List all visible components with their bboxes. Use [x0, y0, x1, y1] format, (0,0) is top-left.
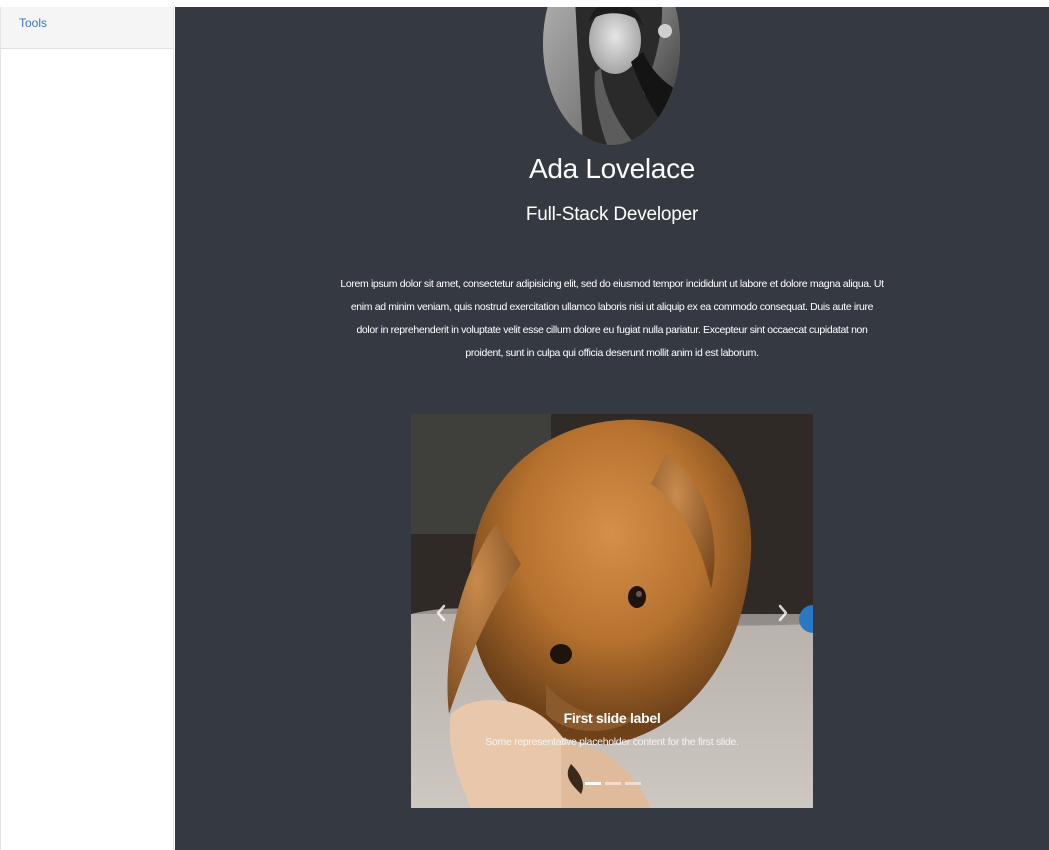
profile-bio: Lorem ipsum dolor sit amet, consectetur …: [340, 278, 884, 359]
profile-role: Full-Stack Developer: [525, 204, 699, 225]
carousel-indicator-2[interactable]: [605, 782, 621, 785]
caption-text: Some representative placeholder content …: [485, 736, 739, 748]
carousel-indicator-3[interactable]: [625, 782, 641, 785]
sidebar: Tools: [0, 7, 174, 850]
avatar: [543, 7, 680, 145]
carousel-indicator-1[interactable]: [585, 782, 601, 785]
sidebar-header: Tools: [1, 7, 173, 49]
chevron-left-icon: [436, 604, 446, 622]
carousel-prev-button[interactable]: [429, 601, 453, 625]
carousel-indicators: [585, 782, 641, 785]
profile-name: Ada Lovelace: [528, 153, 696, 184]
top-strip: [0, 0, 1049, 7]
caption-title: First slide label: [563, 710, 661, 726]
carousel-caption: First slide label Some representative pl…: [411, 710, 813, 748]
puppy-slide-image: [411, 414, 813, 808]
image-carousel: First slide label Some representative pl…: [411, 414, 813, 808]
carousel-next-button[interactable]: [771, 601, 795, 625]
chevron-right-icon: [778, 604, 788, 622]
avatar-portrait-image: [543, 7, 680, 145]
tools-link[interactable]: Tools: [19, 16, 47, 30]
main-content: Ada Lovelace Full-Stack Developer Lorem …: [175, 7, 1049, 850]
